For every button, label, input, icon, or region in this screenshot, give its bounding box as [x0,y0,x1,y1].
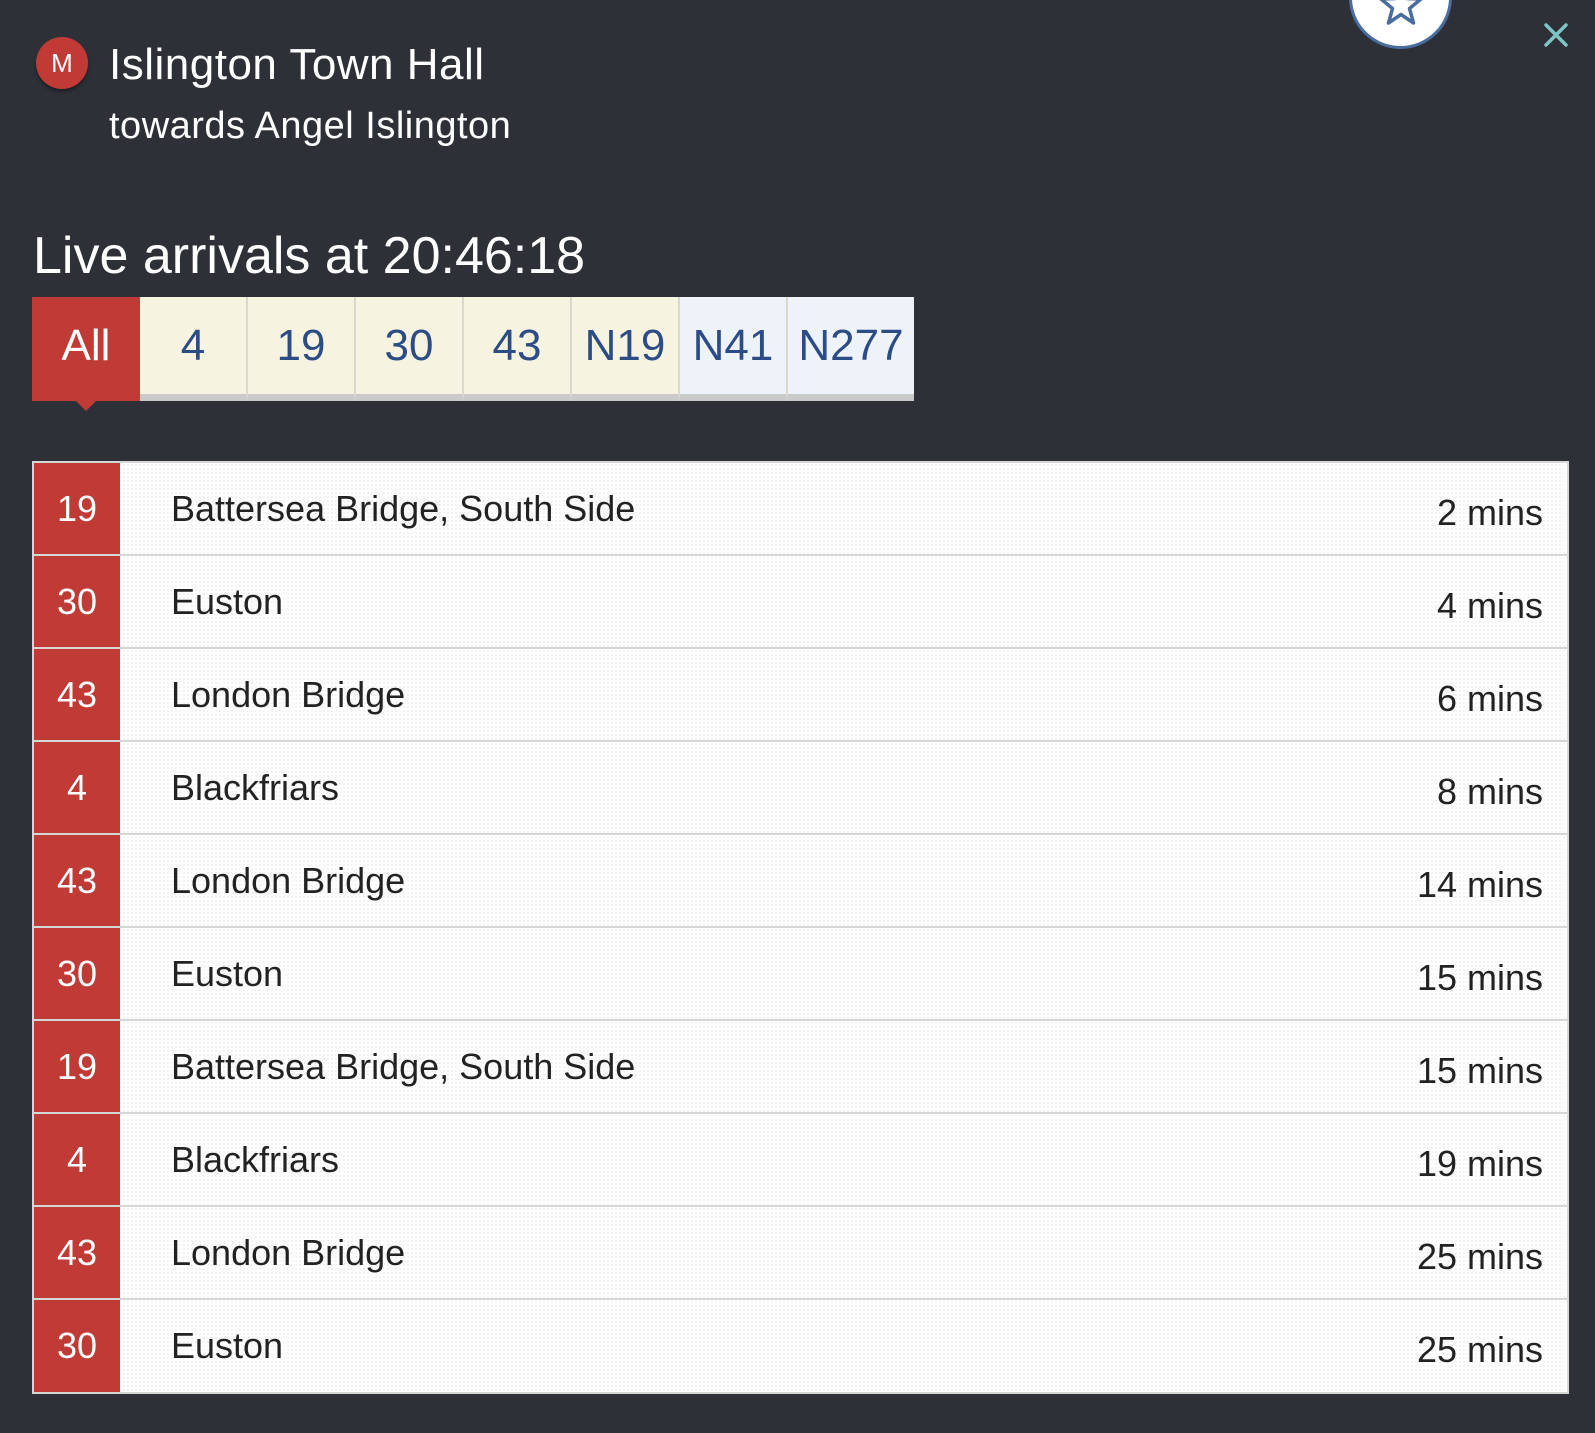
arrival-eta: 6 mins [1436,677,1543,719]
tab-route-4[interactable]: 4 [140,297,248,401]
arrival-eta: 8 mins [1436,770,1543,812]
arrival-row: 19 Battersea Bridge, South Side 15 mins [34,1021,1567,1114]
arrival-row: 4 Blackfriars 8 mins [34,742,1567,835]
arrival-row: 43 London Bridge 25 mins [34,1207,1567,1300]
destination: Battersea Bridge, South Side [171,1045,636,1087]
close-icon [1544,23,1568,47]
arrival-row: 43 London Bridge 6 mins [34,649,1567,742]
tab-route-n277[interactable]: N277 [788,297,914,401]
arrival-row: 4 Blackfriars 19 mins [34,1114,1567,1207]
arrival-eta: 15 mins [1416,1049,1543,1091]
arrival-row: 30 Euston 15 mins [34,928,1567,1021]
stop-direction: towards Angel Islington [109,105,512,147]
stop-name: Islington Town Hall [109,40,485,89]
tab-route-n41[interactable]: N41 [680,297,788,401]
route-number: 43 [34,649,120,740]
route-number: 30 [34,1300,120,1392]
stop-badge-letter: M [51,47,73,78]
favourite-button[interactable] [1349,0,1452,49]
tab-route-30[interactable]: 30 [356,297,464,401]
destination: Blackfriars [171,766,340,808]
route-number: 43 [34,835,120,926]
route-number: 30 [34,556,120,647]
route-number: 4 [34,742,120,833]
arrival-row: 43 London Bridge 14 mins [34,835,1567,928]
route-number: 19 [34,463,120,554]
destination: London Bridge [171,1231,406,1273]
route-filter-tabs: All 4 19 30 43 N19 N41 N277 [32,297,914,411]
arrival-eta: 14 mins [1416,863,1543,905]
tab-route-n19[interactable]: N19 [572,297,680,401]
arrival-eta: 4 mins [1436,584,1543,626]
tab-route-19[interactable]: 19 [248,297,356,401]
destination: London Bridge [171,673,406,715]
route-number: 43 [34,1207,120,1298]
destination: Euston [171,1325,284,1366]
destination: Battersea Bridge, South Side [171,487,636,529]
route-number: 4 [34,1114,120,1205]
close-button[interactable] [1541,20,1571,50]
tab-route-43[interactable]: 43 [464,297,572,401]
star-icon [1379,0,1422,25]
tab-all[interactable]: All [32,297,140,411]
destination: Euston [171,580,284,622]
stop-badge: M [36,37,88,89]
arrival-row: 30 Euston 4 mins [34,556,1567,649]
arrival-eta: 25 mins [1416,1329,1543,1370]
live-arrivals-heading: Live arrivals at 20:46:18 [33,227,586,285]
arrival-row: 19 Battersea Bridge, South Side 2 mins [34,463,1567,556]
arrival-eta: 25 mins [1416,1235,1543,1277]
destination: Blackfriars [171,1138,340,1180]
arrival-row: 30 Euston 25 mins [34,1300,1567,1392]
route-number: 19 [34,1021,120,1112]
destination: Euston [171,952,284,994]
destination: London Bridge [171,859,406,901]
arrival-eta: 19 mins [1416,1142,1543,1184]
route-number: 30 [34,928,120,1019]
arrival-eta: 15 mins [1416,956,1543,998]
arrivals-list: 19 Battersea Bridge, South Side 2 mins 3… [32,461,1569,1394]
arrival-eta: 2 mins [1436,491,1543,533]
